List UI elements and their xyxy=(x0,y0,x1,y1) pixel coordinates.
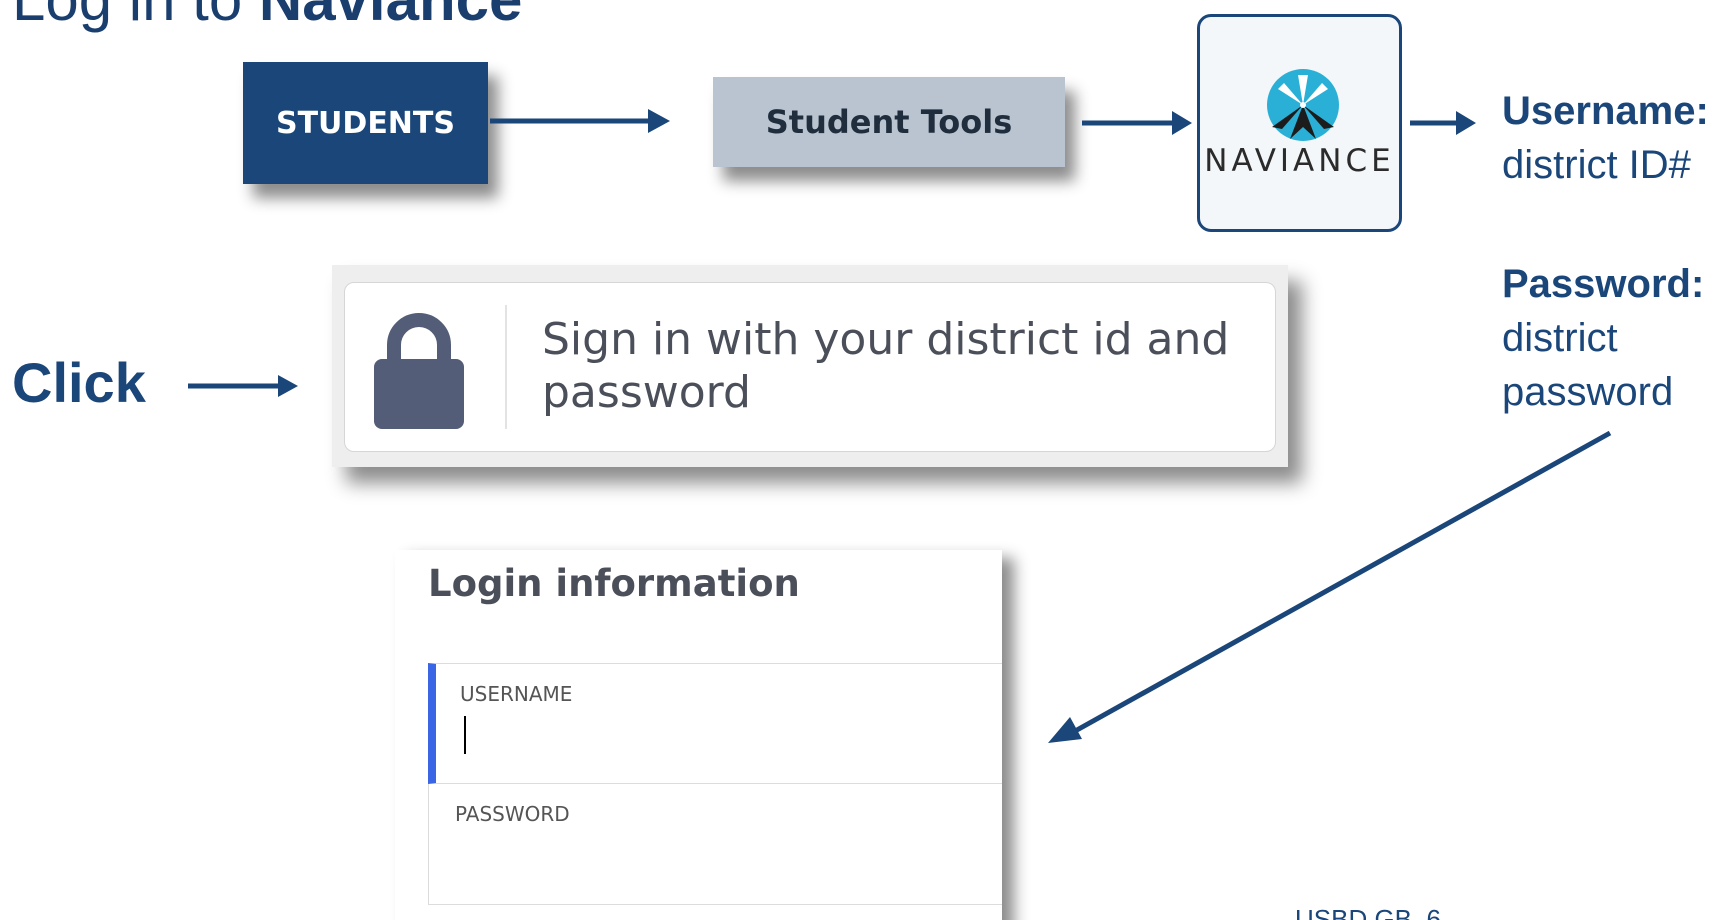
arrow-right-icon xyxy=(1410,111,1476,135)
username-field-label: USERNAME xyxy=(460,682,573,706)
title-brand: Naviance xyxy=(259,0,523,33)
login-information-form: Login information USERNAME PASSWORD xyxy=(395,550,1002,920)
username-field[interactable]: USERNAME xyxy=(428,663,1002,784)
login-form-title: Login information xyxy=(428,562,800,605)
student-tools-button[interactable]: Student Tools xyxy=(713,77,1065,167)
username-instruction: Username: district ID# xyxy=(1502,84,1709,192)
click-instruction: Click xyxy=(12,351,146,414)
slide-footer: USBD GB, 6 xyxy=(1295,904,1441,920)
lock-icon xyxy=(374,313,464,429)
password-instruction: Password: district password xyxy=(1502,257,1704,419)
arrow-right-icon xyxy=(490,109,670,133)
naviance-app-tile[interactable]: NAVIANCE xyxy=(1197,14,1402,232)
title-prefix: Log in to xyxy=(12,0,259,33)
students-button[interactable]: STUDENTS xyxy=(243,62,488,184)
password-label: Password: xyxy=(1502,262,1705,306)
page-title: Log in to Naviance xyxy=(12,0,522,30)
username-label: Username: xyxy=(1502,89,1709,133)
naviance-compass-icon xyxy=(1267,69,1339,141)
signin-divider xyxy=(505,305,507,429)
arrow-right-icon xyxy=(1082,111,1192,135)
signin-option-label: Sign in with your district id and passwo… xyxy=(542,314,1230,418)
password-field-label: PASSWORD xyxy=(455,802,570,826)
username-value: district ID# xyxy=(1502,143,1691,187)
password-value-line1: district xyxy=(1502,316,1618,360)
arrow-right-icon xyxy=(188,375,298,397)
password-field[interactable]: PASSWORD xyxy=(428,784,1002,905)
password-value-line2: password xyxy=(1502,370,1674,414)
arrow-diagonal-icon xyxy=(1048,430,1612,743)
naviance-wordmark: NAVIANCE xyxy=(1204,143,1395,179)
text-caret xyxy=(464,716,466,754)
